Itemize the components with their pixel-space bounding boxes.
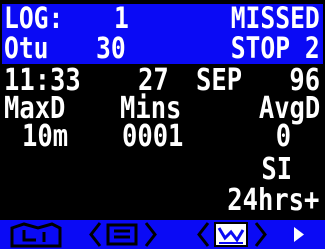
log-number: 1 (114, 1, 129, 35)
status-label: MISSED (230, 1, 320, 35)
list-icon[interactable] (104, 220, 140, 249)
dive-month: SEP (196, 63, 243, 98)
otu-label: Otu (4, 31, 49, 65)
next-arrow-icon[interactable] (140, 220, 160, 249)
prev-arrow-icon[interactable] (194, 220, 214, 249)
dive-computer-screen: LOG: 1 MISSED Otu 30 STOP 2 11:33 27 SEP… (0, 0, 325, 249)
log-label: LOG: (4, 1, 64, 35)
maxd-value: 10m (22, 119, 69, 154)
avgd-value: 0 (275, 119, 291, 154)
si-value: 24hrs+ (226, 183, 319, 218)
otu-value: 30 (96, 31, 126, 65)
si-label: SI (261, 152, 292, 187)
footer-nav (0, 220, 325, 249)
prev-arrow-icon[interactable] (86, 220, 106, 249)
graph-icon[interactable] (212, 220, 250, 249)
next-arrow-icon[interactable] (250, 220, 270, 249)
mins-value: 0001 (122, 119, 184, 154)
stop-label: STOP 2 (230, 31, 320, 65)
right-triangle-icon[interactable] (290, 220, 308, 249)
logbook-icon[interactable] (8, 220, 64, 249)
